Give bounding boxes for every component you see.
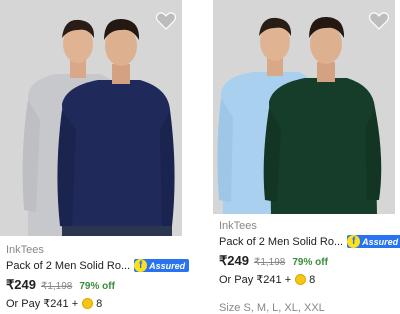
flipkart-f-icon: f	[134, 259, 148, 272]
assured-label: Assured	[362, 236, 399, 247]
assured-badge: f Assured	[347, 235, 400, 248]
supercoin-icon	[295, 274, 307, 285]
coin-offer: Or Pay ₹241 + 8	[6, 297, 189, 311]
or-pay-text: Or Pay ₹241 +	[219, 274, 292, 286]
wishlist-heart-icon[interactable]	[369, 12, 389, 30]
product-card-2[interactable]: InkTees Pack of 2 Men Solid Ro... f Assu…	[213, 0, 400, 314]
assured-label: Assured	[149, 260, 186, 271]
available-sizes: Size S, M, L, XL, XXL	[219, 302, 325, 314]
coin-offer: Or Pay ₹241 + 8	[219, 273, 400, 287]
coin-count: 8	[96, 297, 103, 310]
product-info: InkTees Pack of 2 Men Solid Ro... f Assu…	[219, 220, 400, 314]
or-pay-text: Or Pay ₹241 +	[6, 298, 79, 310]
product-card-1[interactable]: InkTees Pack of 2 Men Solid Ro... f Assu…	[0, 0, 190, 310]
brand-name: InkTees	[219, 220, 257, 232]
product-info: InkTees Pack of 2 Men Solid Ro... f Assu…	[6, 244, 190, 311]
product-image[interactable]	[0, 0, 182, 236]
wishlist-heart-icon[interactable]	[156, 12, 176, 30]
assured-badge: f Assured	[134, 259, 190, 272]
original-price: ₹1,198	[40, 281, 73, 292]
product-photo	[217, 16, 382, 214]
product-image[interactable]	[213, 0, 395, 214]
product-title[interactable]: Pack of 2 Men Solid Ro...	[6, 260, 130, 272]
original-price: ₹1,198	[253, 257, 286, 268]
discount-percent: 79% off	[79, 281, 115, 292]
product-title[interactable]: Pack of 2 Men Solid Ro...	[219, 236, 343, 248]
brand-name: InkTees	[6, 244, 44, 256]
product-photo	[22, 18, 175, 236]
selling-price: ₹249	[6, 277, 36, 292]
supercoin-icon	[82, 298, 94, 309]
flipkart-f-icon: f	[347, 235, 361, 248]
coin-count: 8	[309, 273, 316, 286]
discount-percent: 79% off	[292, 257, 328, 268]
selling-price: ₹249	[219, 253, 249, 268]
